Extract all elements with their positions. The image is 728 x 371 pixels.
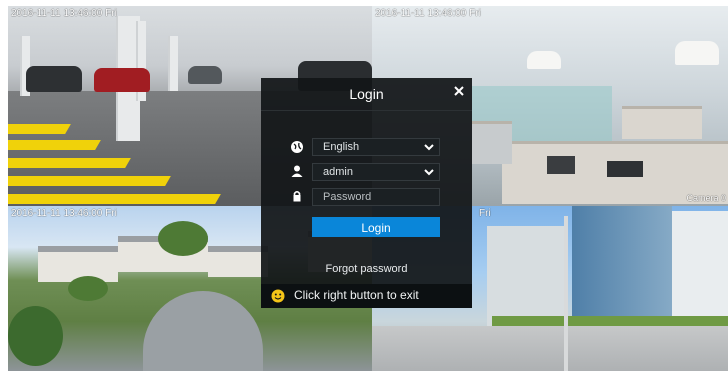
- house: [208, 246, 268, 277]
- dialog-title: Login: [349, 86, 384, 102]
- username-select[interactable]: admin: [312, 163, 440, 181]
- chevron-down-icon: [422, 165, 436, 179]
- parked-car: [26, 66, 82, 92]
- walkway: [372, 326, 728, 371]
- user-icon: [290, 164, 304, 178]
- tree: [68, 276, 108, 301]
- password-field[interactable]: [312, 188, 440, 206]
- language-value: English: [323, 141, 360, 153]
- garage-pillar: [168, 36, 178, 91]
- office-phone: [607, 161, 643, 177]
- smiley-icon: [271, 289, 285, 303]
- crosswalk-stripe: [8, 158, 131, 168]
- globe-icon: [290, 140, 304, 154]
- building: [672, 211, 728, 321]
- road: [143, 291, 263, 371]
- lamp-post: [564, 216, 568, 371]
- exit-hint-text: Click right button to exit: [294, 288, 419, 302]
- login-dialog: Login English admin Login Forgot passwor…: [261, 78, 472, 308]
- lock-icon: [290, 189, 304, 203]
- office-desk: [622, 106, 702, 139]
- tree: [158, 221, 208, 256]
- ceiling-lamp: [675, 41, 719, 65]
- printer: [547, 156, 575, 174]
- camera-timestamp: Fri: [479, 208, 491, 219]
- exit-hint-bar: Click right button to exit: [261, 284, 472, 308]
- title-divider: [261, 110, 472, 111]
- close-icon[interactable]: [452, 84, 466, 98]
- tree: [8, 306, 63, 366]
- office-cabinet: [472, 121, 512, 164]
- crosswalk-stripe: [8, 124, 71, 134]
- camera-name: Camera 0: [686, 193, 726, 203]
- language-select[interactable]: English: [312, 138, 440, 156]
- camera-timestamp: 2016-11-11 13:46:00 Fri: [11, 208, 117, 219]
- password-input[interactable]: [323, 189, 433, 205]
- crosswalk-stripe: [8, 140, 101, 150]
- parked-car: [94, 68, 150, 92]
- building: [572, 206, 672, 321]
- camera-timestamp: 2016-11-11 13:46:00 Fri: [375, 8, 481, 19]
- crosswalk-stripe: [8, 194, 221, 204]
- login-button[interactable]: Login: [312, 217, 440, 237]
- chevron-down-icon: [422, 140, 436, 154]
- ceiling-lamp: [527, 51, 561, 69]
- camera-timestamp: 2016-11-11 13:46:00 Fri: [11, 8, 117, 19]
- crosswalk-stripe: [8, 176, 171, 186]
- username-value: admin: [323, 166, 353, 178]
- parked-car: [188, 66, 222, 84]
- forgot-password-link[interactable]: Forgot password: [261, 263, 472, 275]
